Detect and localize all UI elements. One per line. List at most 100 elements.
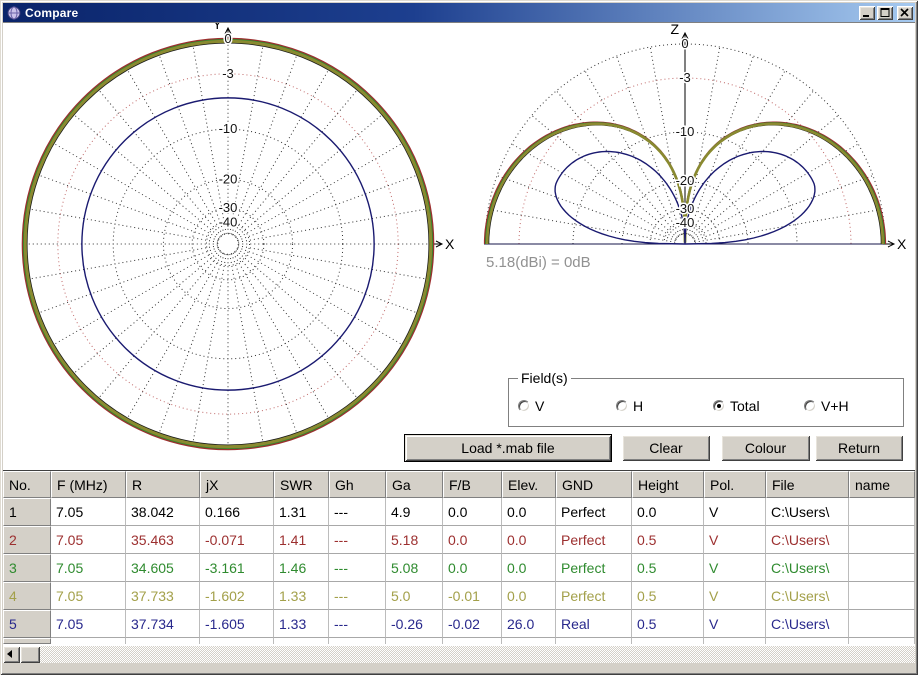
table-cell: 1.41 xyxy=(274,526,329,554)
table-row[interactable]: 57.0537.734-1.6051.33----0.26-0.0226.0Re… xyxy=(3,610,915,638)
radio-label: V xyxy=(535,398,544,414)
grid-spoke xyxy=(688,56,753,235)
table-cell: 1.33 xyxy=(274,582,329,610)
table-cell xyxy=(443,638,502,644)
table-cell: 0.0 xyxy=(502,582,556,610)
row-number-cell[interactable]: 4 xyxy=(3,582,51,610)
column-header-jx[interactable]: jX xyxy=(200,471,274,498)
column-header-swr[interactable]: SWR xyxy=(274,471,329,498)
trace-antenna-3 xyxy=(486,123,884,244)
grid-spoke xyxy=(232,51,299,234)
grid-spoke xyxy=(71,112,220,237)
table-cell: 1.46 xyxy=(274,554,329,582)
grid-ring xyxy=(573,132,797,244)
table-cell: 38.042 xyxy=(126,498,200,526)
axis-right-label: X xyxy=(445,236,455,252)
grid-spoke xyxy=(126,66,223,235)
column-header-gh[interactable]: Gh xyxy=(329,471,386,498)
axis-top-label: Z xyxy=(670,23,679,37)
table-cell: 7.05 xyxy=(51,554,126,582)
table-cell: C:\Users\ xyxy=(766,526,849,554)
column-header-no[interactable]: No. xyxy=(3,471,51,498)
return-button[interactable]: Return xyxy=(815,435,903,461)
column-header-fb[interactable]: F/B xyxy=(443,471,502,498)
table-cell xyxy=(704,638,766,644)
column-header-height[interactable]: Height xyxy=(632,471,704,498)
grid-ring xyxy=(23,39,433,449)
table-cell xyxy=(849,498,915,526)
trace-antenna-4 xyxy=(487,124,883,244)
radio-circle-icon xyxy=(616,400,628,412)
grid-spoke xyxy=(238,248,421,315)
window-title: Compare xyxy=(25,6,857,20)
column-header-elev[interactable]: Elev. xyxy=(502,471,556,498)
title-bar[interactable]: Compare xyxy=(3,3,915,22)
table-cell xyxy=(849,526,915,554)
radio-total[interactable]: Total xyxy=(713,398,760,414)
column-header-file[interactable]: File xyxy=(766,471,849,498)
ring-label: -40 xyxy=(676,215,695,230)
grid-spoke xyxy=(693,115,839,237)
clear-button[interactable]: Clear xyxy=(622,435,710,461)
radio-vplush[interactable]: V+H xyxy=(804,398,849,414)
grid-spoke xyxy=(233,253,330,422)
row-number-cell[interactable]: 1 xyxy=(3,498,51,526)
grid-spoke xyxy=(236,251,385,376)
grid-spoke xyxy=(96,252,221,401)
results-table: No.F (MHz)RjXSWRGhGaF/BElev.GNDHeightPol… xyxy=(3,470,915,644)
table-cell: 37.734 xyxy=(126,610,200,638)
row-number-cell[interactable]: 5 xyxy=(3,610,51,638)
table-cell: V xyxy=(704,610,766,638)
table-cell: Real xyxy=(556,610,632,638)
maximize-button[interactable] xyxy=(877,6,893,20)
table-cell xyxy=(849,554,915,582)
minimize-button[interactable] xyxy=(859,6,875,20)
table-cell: -1.605 xyxy=(200,610,274,638)
column-header-gnd[interactable]: GND xyxy=(556,471,632,498)
grid-ring xyxy=(113,129,343,359)
column-header-ga[interactable]: Ga xyxy=(386,471,443,498)
radio-circle-icon xyxy=(713,400,725,412)
table-row[interactable]: 27.0535.463-0.0711.41---5.180.00.0Perfec… xyxy=(3,526,915,554)
row-number-cell[interactable]: 2 xyxy=(3,526,51,554)
trace-antenna-2 xyxy=(23,39,433,449)
grid-spoke xyxy=(532,115,678,237)
grid-spoke xyxy=(158,254,225,437)
table-cell: 0.0 xyxy=(443,554,502,582)
column-header-pol[interactable]: Pol. xyxy=(704,471,766,498)
horizontal-scrollbar[interactable] xyxy=(3,646,915,663)
row-number-cell[interactable]: 3 xyxy=(3,554,51,582)
column-header-r[interactable]: R xyxy=(126,471,200,498)
load-mab-button[interactable]: Load *.mab file xyxy=(405,435,611,461)
scrollbar-thumb[interactable] xyxy=(20,646,40,663)
radio-h[interactable]: H xyxy=(616,398,643,414)
grid-spoke xyxy=(687,47,720,234)
column-header-name[interactable]: name xyxy=(849,471,915,498)
table-cell: 7.05 xyxy=(51,526,126,554)
table-cell: --- xyxy=(329,610,386,638)
column-header-fmhz[interactable]: F (MHz) xyxy=(51,471,126,498)
table-row[interactable]: 37.0534.605-3.1611.46---5.080.00.0Perfec… xyxy=(3,554,915,582)
grid-spoke xyxy=(50,249,219,346)
grid-ring xyxy=(218,234,239,255)
grid-spoke xyxy=(238,246,430,280)
grid-spoke xyxy=(158,51,225,234)
radio-v[interactable]: V xyxy=(518,398,544,414)
grid-ring xyxy=(58,74,398,414)
colour-button[interactable]: Colour xyxy=(721,435,810,461)
scroll-left-button[interactable] xyxy=(3,646,20,663)
table-row[interactable]: 47.0537.733-1.6021.33---5.0-0.010.0Perfe… xyxy=(3,582,915,610)
grid-spoke xyxy=(35,248,218,315)
table-row[interactable]: 17.0538.0420.1661.31---4.90.00.0Perfect0… xyxy=(3,498,915,526)
table-cell: 5.18 xyxy=(386,526,443,554)
radio-circle-icon xyxy=(804,400,816,412)
table-cell: --- xyxy=(329,582,386,610)
ring-label: -20 xyxy=(676,173,695,188)
trace-antenna-3 xyxy=(24,40,431,447)
table-header-row: No.F (MHz)RjXSWRGhGaF/BElev.GNDHeightPol… xyxy=(3,471,915,498)
gain-reference-label: 5.18(dBi) = 0dB xyxy=(486,254,591,271)
trace-antenna-4 xyxy=(25,41,430,446)
grid-spoke xyxy=(691,91,813,237)
close-button[interactable] xyxy=(897,6,913,20)
table-cell: -0.26 xyxy=(386,610,443,638)
